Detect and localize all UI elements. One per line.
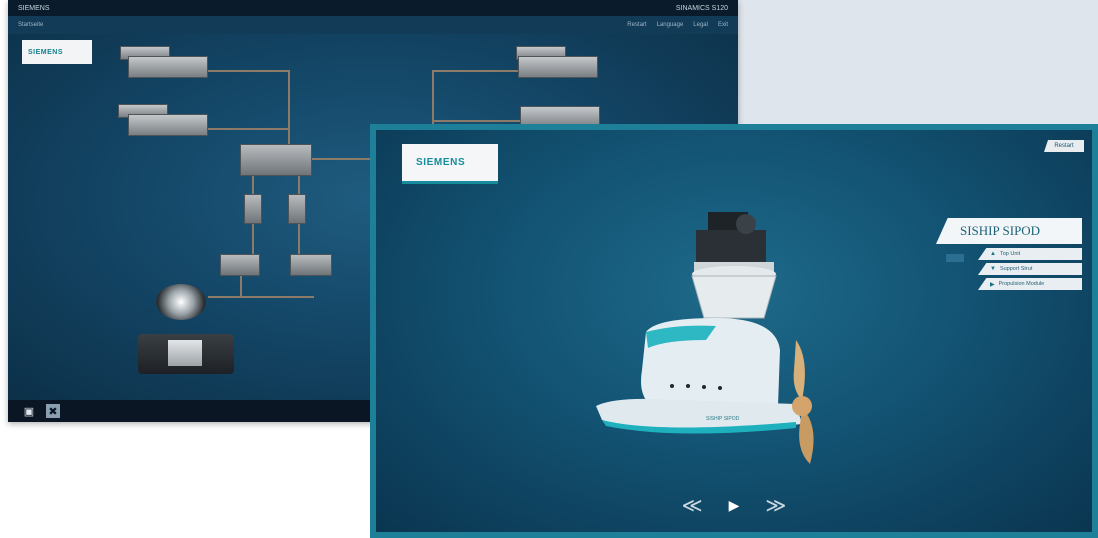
pod-body-label: SISHIP SIPOD <box>706 416 740 422</box>
playback-controls: ≪ ▶ ≫ <box>376 493 1092 518</box>
line-module[interactable] <box>220 254 260 276</box>
propeller-blade <box>799 408 814 464</box>
support-strut-top <box>691 275 777 319</box>
component-menu: ▲ Top Unit ▼ Support Strut ▶ Propulsion … <box>978 248 1082 293</box>
menu-selection-marker <box>946 254 964 262</box>
drive-cabinet[interactable] <box>518 56 598 78</box>
menu-item-label: Propulsion Module <box>998 281 1045 287</box>
top-drive-block <box>696 230 766 264</box>
screenshot-collage: SIEMENS SINAMICS S120 Startseite Restart… <box>0 0 1098 538</box>
back-menu-links: Restart Language Legal Exit <box>627 22 728 28</box>
menu-link-exit[interactable]: Exit <box>718 22 728 28</box>
back-title-bar: SIEMENS SINAMICS S120 <box>8 0 738 16</box>
menu-link-legal[interactable]: Legal <box>693 22 708 28</box>
propulsion-icon: ▶ <box>990 281 995 288</box>
wire <box>432 120 522 122</box>
product-title: SISHIP SIPOD <box>936 218 1082 244</box>
menu-item-label: Top Unit <box>999 251 1021 257</box>
pod-viewer: SIEMENS Restart SISHIP SIPOD ▲ Top Unit … <box>376 130 1092 532</box>
motor-module[interactable] <box>288 194 306 224</box>
menu-item-top-unit[interactable]: ▲ Top Unit <box>978 248 1082 260</box>
wire <box>208 70 288 72</box>
motor-module[interactable] <box>244 194 262 224</box>
front-siemens-logo: SIEMENS <box>402 144 498 184</box>
drive-cabinet[interactable] <box>128 56 208 78</box>
back-title-left: SIEMENS <box>18 4 50 12</box>
pod-icon: ▲ <box>990 251 996 257</box>
wire <box>240 274 242 298</box>
restart-button[interactable]: Restart <box>1044 140 1084 152</box>
cabinet-icon[interactable]: ▣ <box>22 404 36 418</box>
wire <box>432 70 522 72</box>
menu-link-language[interactable]: Language <box>657 22 684 28</box>
menu-item-propulsion-module[interactable]: ▶ Propulsion Module <box>978 278 1082 290</box>
back-menu-bar: Startseite Restart Language Legal Exit <box>8 16 738 34</box>
back-siemens-logo: SIEMENS <box>22 40 92 64</box>
wire <box>208 296 314 298</box>
play-icon[interactable]: ▶ <box>729 497 740 514</box>
menu-item-label: Support Strut <box>999 266 1033 272</box>
wire <box>298 224 300 254</box>
wire <box>252 224 254 254</box>
wire <box>288 70 290 150</box>
menu-link-restart[interactable]: Restart <box>627 22 646 28</box>
wire <box>208 128 288 130</box>
next-icon[interactable]: ≫ <box>765 493 786 518</box>
back-title-right: SINAMICS S120 <box>675 4 728 12</box>
wire <box>252 174 254 194</box>
propeller-hub <box>792 396 812 416</box>
line-module[interactable] <box>290 254 332 276</box>
previous-icon[interactable]: ≪ <box>682 493 703 518</box>
back-nav-label[interactable]: Startseite <box>18 22 43 28</box>
front-application-window: SIEMENS Restart SISHIP SIPOD ▲ Top Unit … <box>370 124 1098 538</box>
wire <box>298 174 300 194</box>
menu-item-support-strut[interactable]: ▼ Support Strut <box>978 263 1082 275</box>
motor-top[interactable] <box>156 284 206 320</box>
control-unit[interactable] <box>240 144 312 176</box>
drive-cabinet[interactable] <box>128 114 208 136</box>
tools-icon[interactable]: ✖ <box>46 404 60 418</box>
propeller-blade <box>793 340 805 400</box>
motor-housing <box>168 340 202 366</box>
support-icon: ▼ <box>990 266 996 272</box>
sipod-pod-illustration[interactable]: SISHIP SIPOD <box>596 200 816 470</box>
top-drive-motor <box>736 214 756 234</box>
